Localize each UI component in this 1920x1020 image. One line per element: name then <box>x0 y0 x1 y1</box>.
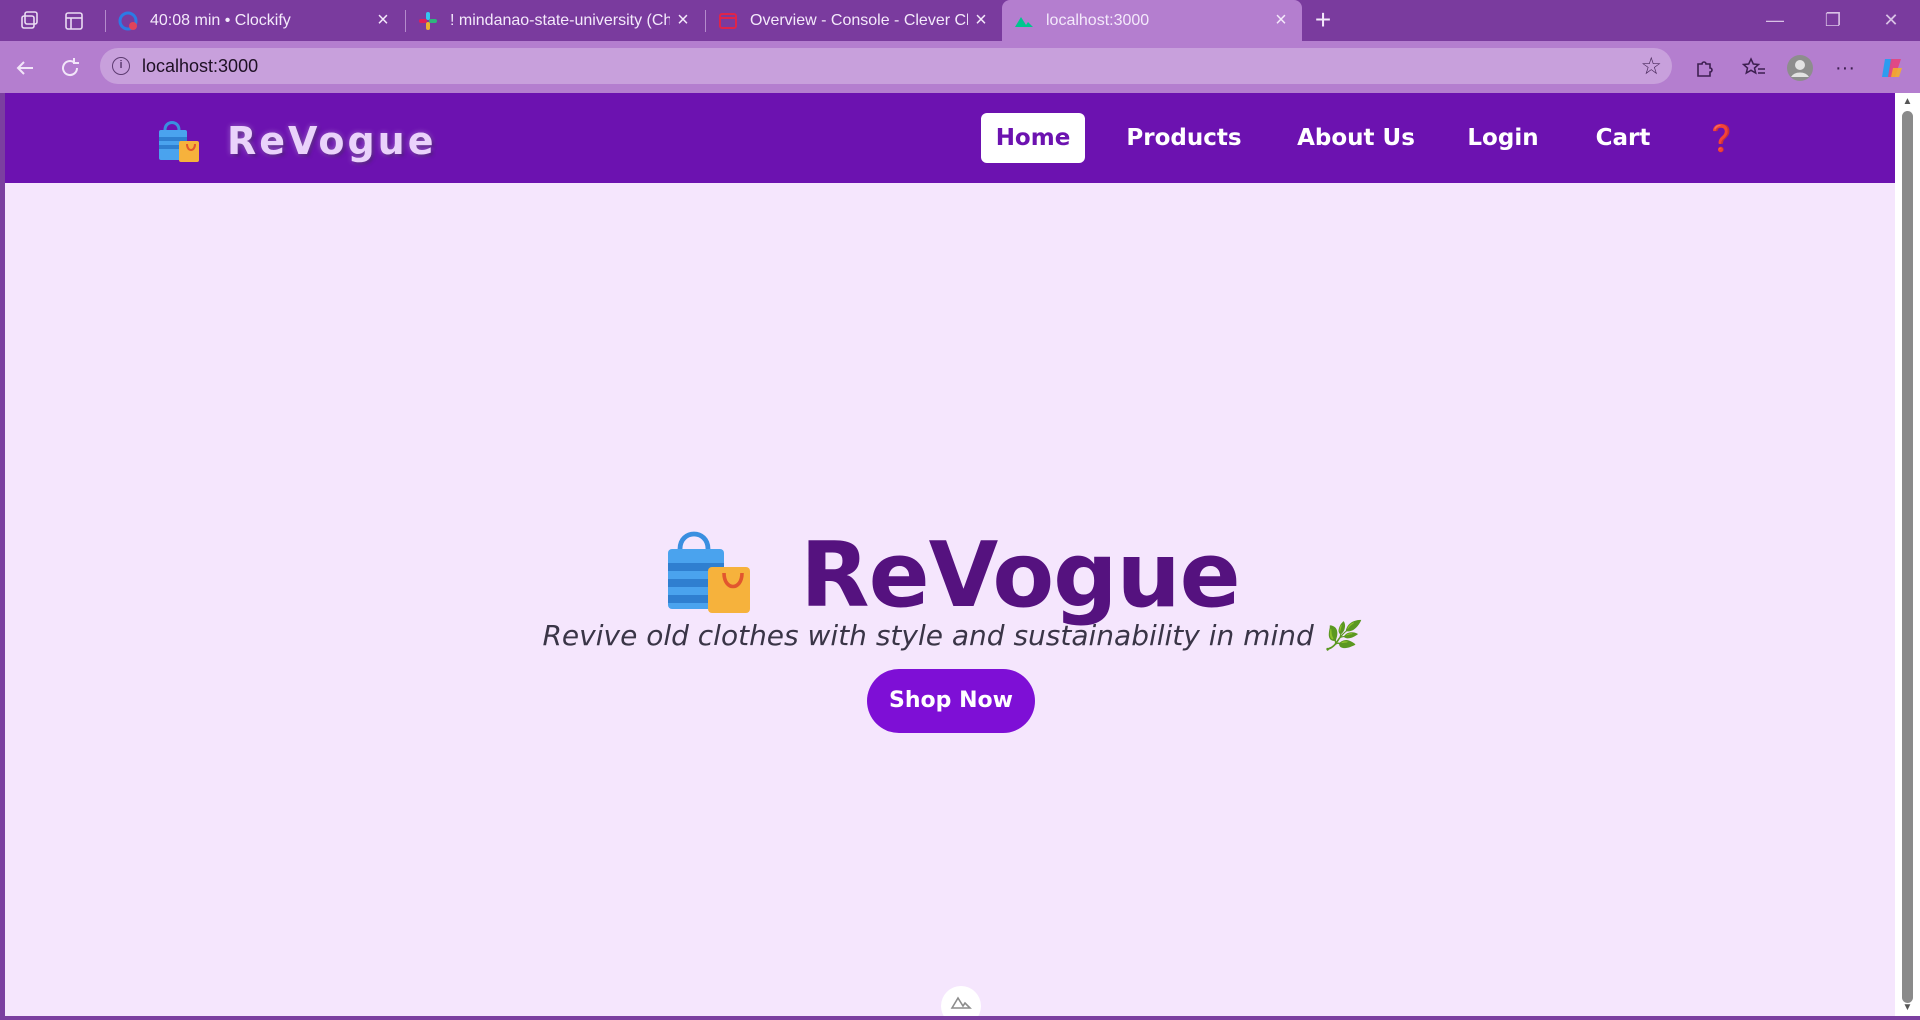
restore-button[interactable]: ❐ <box>1818 8 1848 32</box>
profile-button[interactable] <box>1785 53 1815 83</box>
shopping-bags-icon <box>668 531 751 613</box>
help-icon[interactable]: ❓ <box>1705 113 1737 163</box>
avatar-icon <box>1787 55 1813 81</box>
new-tab-button[interactable]: + <box>1308 4 1338 36</box>
close-window-button[interactable]: ✕ <box>1876 8 1906 32</box>
slack-icon <box>418 11 438 31</box>
address-bar[interactable]: i localhost:3000 ☆ <box>100 48 1672 84</box>
favorites-list-icon <box>1742 57 1765 75</box>
minimize-button[interactable]: — <box>1760 8 1790 32</box>
scroll-thumb[interactable] <box>1902 111 1913 1003</box>
clever-cloud-icon <box>718 11 738 31</box>
nuxt-icon <box>1014 11 1034 31</box>
hero-heading: ReVogue <box>5 523 1895 628</box>
workspaces-icon[interactable] <box>18 9 42 33</box>
site-navbar: ReVogue Home Products About Us Login Car… <box>5 93 1895 183</box>
puzzle-icon <box>1697 61 1713 77</box>
nuxt-devtools-button[interactable] <box>941 986 981 1016</box>
refresh-icon <box>62 58 79 77</box>
copilot-icon <box>1882 59 1902 77</box>
tab-title: localhost:3000 <box>1046 11 1150 29</box>
tab-localhost[interactable]: localhost:3000 × <box>1002 0 1302 41</box>
tab-title: 40:08 min • Clockify <box>150 11 291 29</box>
address-url: localhost:3000 <box>142 56 259 76</box>
more-options-icon[interactable]: ··· <box>1830 53 1860 83</box>
tab-clever-cloud[interactable]: Overview - Console - Clever Cloud × <box>706 0 1002 41</box>
page-scrollbar[interactable]: ▲ ▼ <box>1895 93 1920 1016</box>
close-icon[interactable]: × <box>370 9 396 32</box>
hero-tagline: Revive old clothes with style and sustai… <box>542 619 1358 652</box>
scroll-down-arrow-icon[interactable]: ▼ <box>1902 1003 1913 1013</box>
close-icon[interactable]: × <box>670 9 696 32</box>
nuxt-icon <box>950 996 972 1009</box>
nav-login[interactable]: Login <box>1453 113 1553 163</box>
copilot-button[interactable] <box>1877 53 1907 83</box>
favorites-button[interactable] <box>1739 53 1769 83</box>
vertical-tabs-icon[interactable] <box>62 9 86 33</box>
close-icon[interactable]: × <box>1268 9 1294 32</box>
back-button[interactable] <box>10 53 40 83</box>
close-icon[interactable]: × <box>968 9 994 32</box>
extensions-button[interactable] <box>1689 53 1719 83</box>
refresh-button[interactable] <box>55 53 85 83</box>
tab-title: Overview - Console - Clever Cloud <box>750 11 968 29</box>
page-viewport: ReVogue Home Products About Us Login Car… <box>5 93 1895 1016</box>
nav-products[interactable]: Products <box>1116 113 1252 163</box>
tab-title: ! mindanao-state-university (Char <box>450 11 670 29</box>
back-arrow-icon <box>16 61 33 75</box>
shop-now-button[interactable]: Shop Now <box>867 669 1035 733</box>
hero-title: ReVogue <box>800 523 1240 628</box>
nav-about-us[interactable]: About Us <box>1284 113 1428 163</box>
nav-home[interactable]: Home <box>981 113 1085 163</box>
clockify-icon <box>118 11 138 31</box>
tab-clockify[interactable]: 40:08 min • Clockify × <box>106 0 404 41</box>
nav-cart[interactable]: Cart <box>1577 113 1669 163</box>
tab-slack[interactable]: ! mindanao-state-university (Char × <box>406 0 704 41</box>
site-info-icon[interactable]: i <box>112 57 130 75</box>
scroll-up-arrow-icon[interactable]: ▲ <box>1902 97 1913 107</box>
nav-menu: Home Products About Us Login Cart ❓ <box>5 113 1895 163</box>
browser-tab-bar: 40:08 min • Clockify × ! mindanao-state-… <box>0 0 1920 41</box>
favorite-star-icon[interactable]: ☆ <box>1640 52 1662 81</box>
browser-toolbar: i localhost:3000 ☆ ··· <box>0 41 1920 93</box>
